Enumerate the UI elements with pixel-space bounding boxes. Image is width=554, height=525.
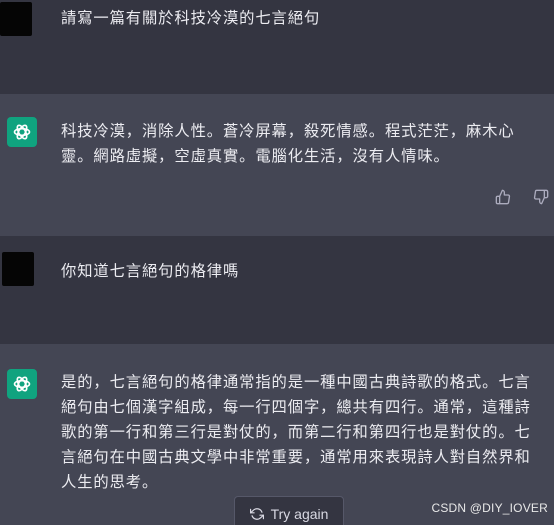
openai-logo-icon xyxy=(13,376,31,392)
thumbs-up-icon xyxy=(495,189,511,205)
user-avatar xyxy=(0,2,32,36)
thumbs-down-icon xyxy=(533,189,549,205)
assistant-message-row: 科技冷漠，消除人性。蒼冷屏幕，殺死情感。程式茫茫，麻木心 靈。網路虛擬，空虛真實… xyxy=(0,94,554,236)
user-message-row: 你知道七言絕句的格律嗎 xyxy=(0,236,554,344)
assistant-message-text: 是的，七言絕句的格律通常指的是一種中國古典詩歌的格式。七言 絕句由七個漢字組成，… xyxy=(61,370,531,495)
assistant-message-line: 言絕句在中國古典文學中非常重要，通常用來表現詩人對自然界和 xyxy=(61,448,531,466)
assistant-message-text: 科技冷漠，消除人性。蒼冷屏幕，殺死情感。程式茫茫，麻木心 靈。網路虛擬，空虛真實… xyxy=(61,119,515,169)
openai-logo-icon xyxy=(13,124,31,140)
watermark-text: CSDN @DIY_IOVER xyxy=(431,501,548,515)
user-message-text: 你知道七言絕句的格律嗎 xyxy=(61,262,240,280)
user-avatar xyxy=(2,252,34,286)
thumbs-up-button[interactable] xyxy=(494,188,512,206)
user-message-text: 請寫一篇有關於科技冷漠的七言絕句 xyxy=(61,9,321,27)
refresh-icon xyxy=(249,508,264,520)
assistant-message-line: 絕句由七個漢字組成，每一行四個字，總共有四行。通常，這種詩 xyxy=(61,398,531,416)
assistant-avatar xyxy=(7,369,37,399)
try-again-button[interactable]: Try again xyxy=(234,496,344,525)
chat-page: 請寫一篇有關於科技冷漠的七言絕句 科技冷漠，消除人性。蒼冷屏幕，殺死情感。程式茫… xyxy=(0,0,554,525)
assistant-message-line: 靈。網路虛擬，空虛真實。電腦化生活，沒有人情味。 xyxy=(61,147,450,165)
user-message-row: 請寫一篇有關於科技冷漠的七言絕句 xyxy=(0,0,554,94)
try-again-label: Try again xyxy=(270,506,329,522)
assistant-message-line: 科技冷漠，消除人性。蒼冷屏幕，殺死情感。程式茫茫，麻木心 xyxy=(61,122,515,140)
assistant-message-line: 是的，七言絕句的格律通常指的是一種中國古典詩歌的格式。七言 xyxy=(61,373,531,391)
assistant-message-line: 人生的思考。 xyxy=(61,473,159,491)
thumbs-down-button[interactable] xyxy=(532,188,550,206)
assistant-message-line: 歌的第一行和第三行是對仗的，而第二行和第四行也是對仗的。七 xyxy=(61,423,531,441)
assistant-avatar xyxy=(7,117,37,147)
